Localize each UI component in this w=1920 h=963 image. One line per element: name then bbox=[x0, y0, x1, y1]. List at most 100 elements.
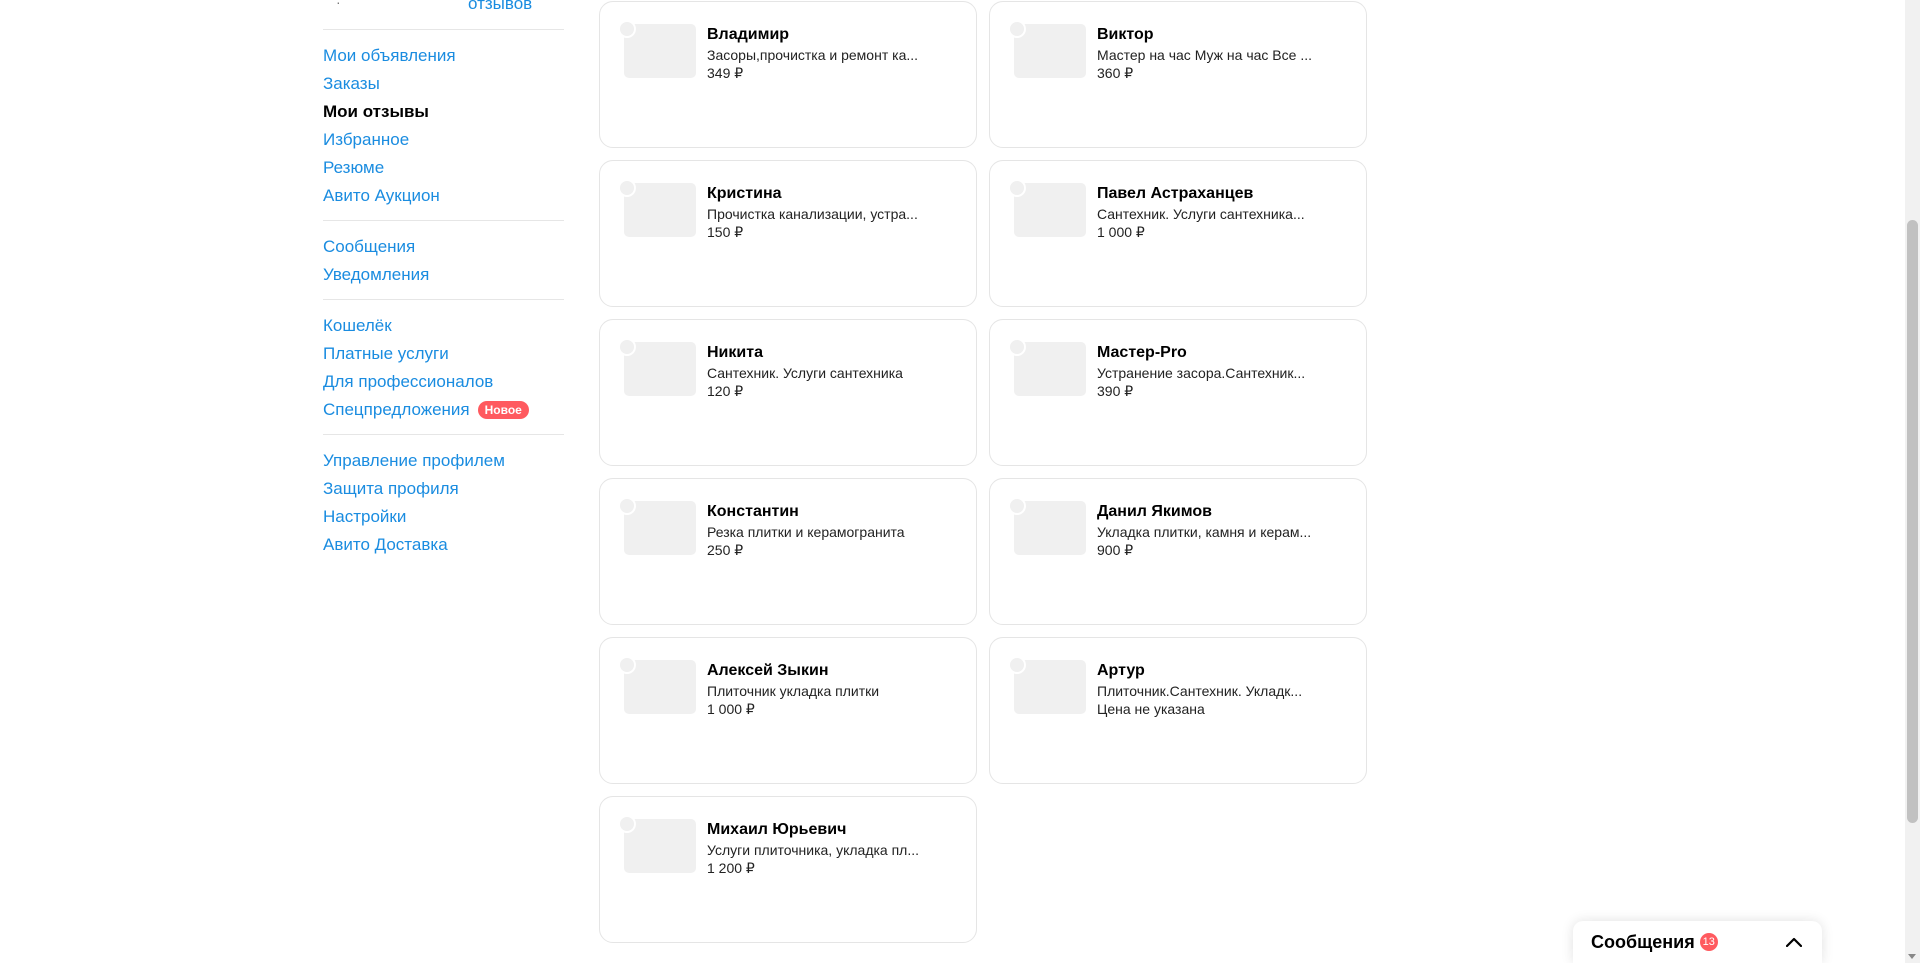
listing-card[interactable]: Никита Сантехник. Услуги сантехника 120 ₽ bbox=[599, 319, 977, 466]
listing-price: 900 ₽ bbox=[1097, 542, 1134, 558]
listing-price: 1 200 ₽ bbox=[707, 860, 755, 876]
sidebar-item-label: Сообщения bbox=[323, 237, 416, 256]
sidebar-item[interactable]: Защита профиля bbox=[323, 475, 564, 503]
listing-price: 150 ₽ bbox=[707, 224, 744, 240]
sidebar-item[interactable]: Сообщения bbox=[323, 233, 564, 261]
listing-price: 1 000 ₽ bbox=[707, 701, 755, 717]
sidebar-item[interactable]: Авито Доставка bbox=[323, 531, 564, 559]
listing-card[interactable]: Виктор Мастер на час Муж на час Все ... 36… bbox=[989, 1, 1367, 148]
sidebar-item-label: Спецпредложения bbox=[323, 400, 470, 419]
listing-name[interactable]: Владимир bbox=[707, 26, 789, 44]
listing-description: Резка плитки и керамогранита bbox=[707, 524, 905, 540]
listing-card[interactable]: Мастер-Pro Устранение засора.Сантехник...… bbox=[989, 319, 1367, 466]
listing-description: Плиточник.Сантехник. Укладк... bbox=[1097, 683, 1303, 699]
sidebar-item[interactable]: Избранное bbox=[323, 126, 564, 154]
sidebar-item[interactable]: Заказы bbox=[323, 70, 564, 98]
listing-card[interactable]: Артур Плиточник.Сантехник. Укладк... Цена … bbox=[989, 637, 1367, 784]
listing-card[interactable]: Константин Резка плитки и керамогранита 25… bbox=[599, 478, 977, 625]
sidebar-item-label: Уведомления bbox=[323, 265, 430, 284]
listing-card[interactable]: Павел Астраханцев Сантехник. Услуги санте… bbox=[989, 160, 1367, 307]
favorite-toggle-icon[interactable] bbox=[1008, 338, 1026, 356]
new-badge: Новое bbox=[477, 401, 529, 419]
listing-price: 360 ₽ bbox=[1097, 65, 1134, 81]
nav-group: Сообщения Уведомления bbox=[323, 221, 564, 300]
sidebar-item-label: Авито Доставка bbox=[323, 535, 448, 554]
listing-card[interactable]: Данил Якимов Укладка плитки, камня и кера… bbox=[989, 478, 1367, 625]
favorite-toggle-icon[interactable] bbox=[1008, 656, 1026, 674]
listing-name[interactable]: Артур bbox=[1097, 662, 1145, 680]
listing-description: Устранение засора.Сантехник... bbox=[1097, 365, 1306, 381]
listing-name[interactable]: Константин bbox=[707, 503, 799, 521]
listing-description: Сантехник. Услуги сантехника bbox=[707, 365, 903, 381]
favorite-toggle-icon[interactable] bbox=[618, 20, 636, 38]
listing-description: Укладка плитки, камня и керам... bbox=[1097, 524, 1312, 540]
listing-description: Плиточник укладка плитки bbox=[707, 683, 880, 699]
listing-card[interactable]: Кристина Прочистка канализации, устра... 1… bbox=[599, 160, 977, 307]
sidebar-item[interactable]: Резюме bbox=[323, 154, 564, 182]
unread-count-badge: 13 bbox=[1699, 933, 1718, 951]
chevron-up-icon[interactable] bbox=[1784, 932, 1804, 952]
reviews-count-link[interactable]: отзывов bbox=[468, 0, 532, 14]
sidebar-nav: · отзывов Мои объявления Заказы Мои отзывы… bbox=[323, 0, 564, 569]
listing-card[interactable]: Михаил Юрьевич Услуги плиточника, укладка… bbox=[599, 796, 977, 943]
favorite-toggle-icon[interactable] bbox=[1008, 20, 1026, 38]
listing-price: 1 000 ₽ bbox=[1097, 224, 1145, 240]
sidebar-item-label: Резюме bbox=[323, 158, 385, 177]
listing-price: 349 ₽ bbox=[707, 65, 744, 81]
sidebar-item-label: Мои объявления bbox=[323, 46, 456, 65]
sidebar-top: · отзывов bbox=[323, 0, 564, 30]
listing-name[interactable]: Виктор bbox=[1097, 26, 1154, 44]
favorite-toggle-icon[interactable] bbox=[618, 497, 636, 515]
listing-name[interactable]: Павел Астраханцев bbox=[1097, 185, 1253, 203]
favorite-toggle-icon[interactable] bbox=[1008, 179, 1026, 197]
nav-group: Мои объявления Заказы Мои отзывы Избранное Р… bbox=[323, 30, 564, 221]
scrollbar-thumb[interactable] bbox=[1907, 220, 1918, 823]
favorite-toggle-icon[interactable] bbox=[618, 815, 636, 833]
favorite-toggle-icon[interactable] bbox=[618, 179, 636, 197]
sidebar-item-label: Мои отзывы bbox=[323, 102, 429, 121]
listing-description: Сантехник. Услуги сантехника... bbox=[1097, 206, 1305, 222]
sidebar-item-label: Избранное bbox=[323, 130, 410, 149]
sidebar-item[interactable]: Кошелёк bbox=[323, 312, 564, 340]
listing-name[interactable]: Михаил Юрьевич bbox=[707, 821, 846, 839]
listing-name[interactable]: Алексей Зыкин bbox=[707, 662, 828, 680]
sidebar-item[interactable]: Спецпредложения Новое bbox=[323, 396, 564, 424]
nav-group: Кошелёк Платные услуги Для профессионалов С… bbox=[323, 300, 564, 435]
sidebar-item[interactable]: Управление профилем bbox=[323, 447, 564, 475]
listing-price: 390 ₽ bbox=[1097, 383, 1134, 399]
listing-description: Засоры,прочистка и ремонт ка... bbox=[707, 47, 919, 63]
listing-price: 120 ₽ bbox=[707, 383, 744, 399]
favorite-toggle-icon[interactable] bbox=[1008, 497, 1026, 515]
sidebar-item-label: Защита профиля bbox=[323, 479, 459, 498]
listing-name[interactable]: Данил Якимов bbox=[1097, 503, 1212, 521]
sidebar-item[interactable]: Мои отзывы bbox=[323, 98, 564, 126]
nav-group: Управление профилем Защита профиля Настрой… bbox=[323, 435, 564, 569]
sidebar-item-label: Настройки bbox=[323, 507, 407, 526]
favorite-toggle-icon[interactable] bbox=[618, 656, 636, 674]
rating-dot: · bbox=[336, 0, 341, 10]
page-scrollbar[interactable] bbox=[1905, 0, 1920, 963]
favorite-toggle-icon[interactable] bbox=[618, 338, 636, 356]
listing-name[interactable]: Мастер-Pro bbox=[1097, 344, 1187, 362]
listing-card[interactable]: Владимир Засоры,прочистка и ремонт ка... 3… bbox=[599, 1, 977, 148]
sidebar-item[interactable]: Настройки bbox=[323, 503, 564, 531]
listing-name[interactable]: Никита bbox=[707, 344, 763, 362]
listing-card[interactable]: Алексей Зыкин Плиточник укладка плитки 1 0… bbox=[599, 637, 977, 784]
nav-groups: Мои объявления Заказы Мои отзывы Избранное Р… bbox=[323, 30, 564, 569]
listing-description: Прочистка канализации, устра... bbox=[707, 206, 918, 222]
sidebar-item[interactable]: Авито Аукцион bbox=[323, 182, 564, 210]
sidebar-item-label: Для профессионалов bbox=[323, 372, 494, 391]
listing-price: Цена не указана bbox=[1097, 701, 1205, 717]
sidebar-item[interactable]: Для профессионалов bbox=[323, 368, 564, 396]
sidebar-item-label: Заказы bbox=[323, 74, 380, 93]
sidebar-item[interactable]: Мои объявления bbox=[323, 42, 564, 70]
messenger-widget[interactable]: Сообщения 13 bbox=[1573, 921, 1822, 963]
sidebar-item-label: Управление профилем bbox=[323, 451, 505, 470]
sidebar-item-label: Платные услуги bbox=[323, 344, 449, 363]
scroll-down-arrow-icon[interactable] bbox=[1908, 954, 1916, 959]
sidebar-item[interactable]: Платные услуги bbox=[323, 340, 564, 368]
listing-price: 250 ₽ bbox=[707, 542, 744, 558]
sidebar-item[interactable]: Уведомления bbox=[323, 261, 564, 289]
sidebar-item-label: Кошелёк bbox=[323, 316, 392, 335]
listing-name[interactable]: Кристина bbox=[707, 185, 782, 203]
